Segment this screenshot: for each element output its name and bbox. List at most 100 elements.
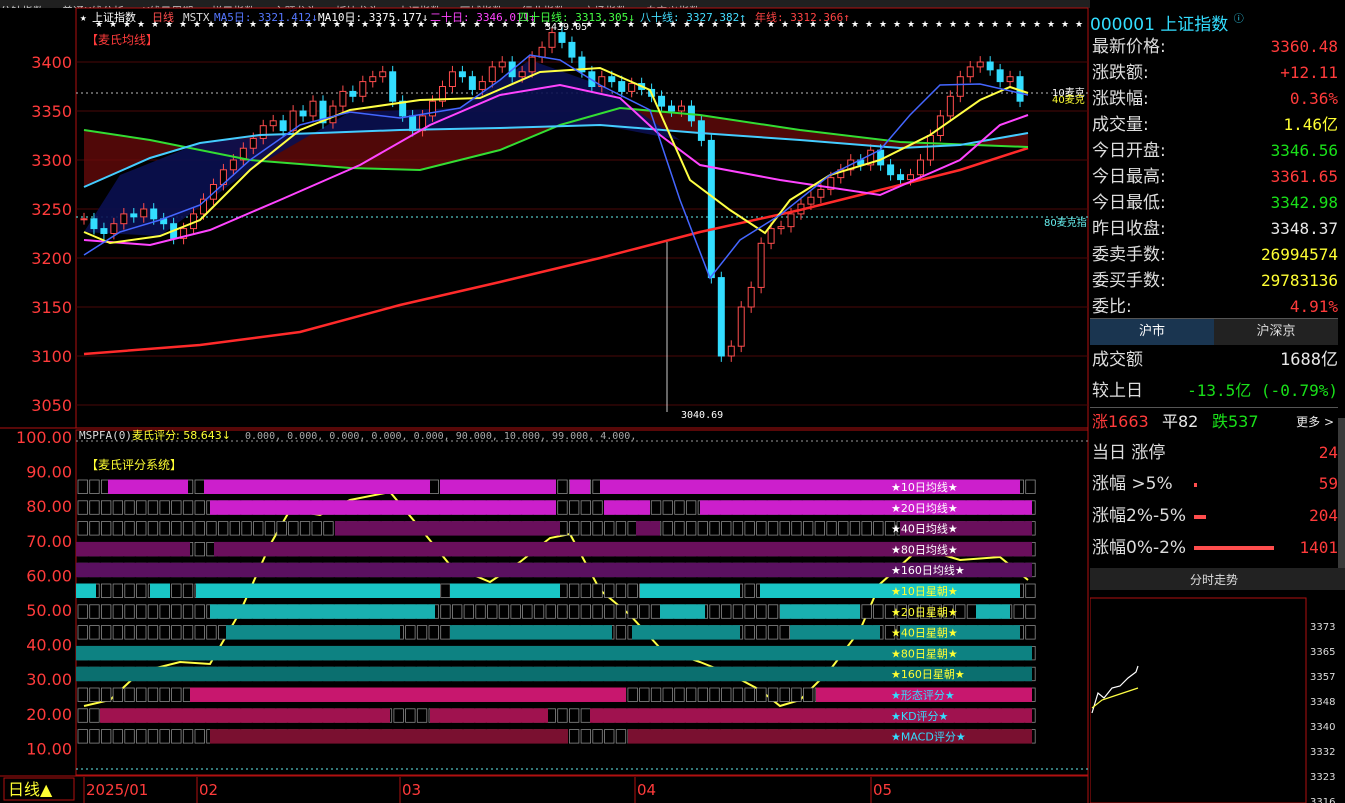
- score-cell: [136, 729, 147, 744]
- quote-label: 委买手数:: [1092, 271, 1166, 291]
- side-scrollbar[interactable]: [1338, 418, 1345, 573]
- score-cell: [89, 687, 100, 702]
- period-button-label: 日线▲: [8, 780, 53, 799]
- score-fill-segment: [660, 604, 705, 619]
- quote-value: 0.36%: [1289, 89, 1338, 108]
- score-cell: [873, 604, 884, 619]
- rise-count: 涨1663: [1092, 412, 1149, 431]
- candle-body: [807, 196, 815, 205]
- flat-count: 平82: [1162, 412, 1199, 431]
- score-fill-segment: [226, 625, 400, 640]
- quote-row: 委比: 4.91%: [1090, 294, 1338, 320]
- score-cell: [487, 604, 498, 619]
- score-cell: [803, 521, 814, 536]
- score-cell: [194, 729, 205, 744]
- quote-value: 3360.48: [1270, 37, 1338, 56]
- info-icon[interactable]: ⓘ: [1234, 14, 1244, 25]
- score-cell: [627, 583, 638, 598]
- quote-label: 涨跌额:: [1092, 63, 1149, 83]
- score-cell: [615, 604, 627, 619]
- score-cell: [124, 625, 135, 640]
- price-tick: 3150: [31, 298, 72, 317]
- score-cell: [744, 521, 755, 536]
- score-cell: [533, 604, 545, 619]
- score-cell: [767, 604, 779, 619]
- ma-legend-item: 年线: 3312.366↑: [755, 10, 850, 24]
- kline-chart-panel[interactable]: ★ ★ ★ ★ ★ ★ ★ ★ ★ ★ ★ ★ ★ ★ ★ ★ ★ ★ ★ ★ ★ ★ ★ ★ ★ ★ ★ ★ ★ ★ ★ ★ ★ ★ ★ ★ ★ ★ ★ ★…: [0, 0, 1090, 803]
- ma-legend-item: MSTX: [183, 11, 210, 24]
- quote-label: 最新价格:: [1092, 37, 1166, 57]
- more-link[interactable]: 更多 >: [1296, 409, 1334, 435]
- score-cell: [732, 521, 744, 536]
- ma-legend-item: ★: [80, 11, 87, 24]
- intraday-tick: 3365: [1310, 647, 1335, 658]
- quote-row: 涨跌幅: 0.36%: [1090, 86, 1338, 112]
- candle-body: [299, 110, 307, 117]
- score-cell: [171, 583, 182, 598]
- candle-body: [976, 61, 984, 68]
- quote-label: 今日开盘:: [1092, 141, 1166, 161]
- intraday-avg-line: [1091, 687, 1139, 709]
- candle-body: [887, 164, 895, 176]
- score-fill-segment: [76, 541, 190, 557]
- score-cell: [627, 604, 638, 619]
- price-tick: 3250: [31, 200, 72, 219]
- ma-legend-item: 日线: [152, 10, 174, 24]
- candle-body: [458, 71, 466, 78]
- candle-body: [249, 137, 257, 149]
- score-cell: [756, 521, 767, 536]
- score-row-label: ★20日星朝★: [891, 606, 958, 619]
- r2to5-label: 涨幅2%-5%: [1092, 506, 1187, 526]
- score-tick: 60.00: [26, 566, 72, 585]
- score-cell: [569, 521, 580, 536]
- candle-body: [677, 105, 685, 112]
- candle-body: [100, 228, 108, 235]
- index-code: 000001: [1090, 15, 1155, 35]
- score-fill-segment: [335, 521, 560, 536]
- score-cell: [580, 521, 591, 536]
- candle-body: [120, 213, 128, 225]
- candle-body: [478, 81, 486, 90]
- quote-value: 3361.65: [1270, 167, 1338, 186]
- quote-row: 今日最高: 3361.65: [1090, 164, 1338, 190]
- score-cell: [674, 500, 685, 515]
- tab-hushenjing[interactable]: 沪深京: [1214, 319, 1338, 345]
- score-cell: [159, 604, 170, 619]
- candle-body: [737, 306, 745, 347]
- score-cell: [159, 500, 170, 515]
- score-cell: [288, 521, 299, 536]
- candle-body: [279, 120, 287, 132]
- score-cell: [136, 521, 147, 536]
- score-cell: [405, 625, 416, 640]
- date-tick: 04: [637, 781, 656, 799]
- index-code-title[interactable]: 000001 上证指数 ⓘ: [1090, 10, 1244, 35]
- score-cell: [89, 500, 100, 515]
- score-cell: [124, 729, 135, 744]
- score-cell: [299, 521, 311, 536]
- intraday-chart[interactable]: 分时走势 3373 3365 3357 3348 3340 3332 3323 3316: [1090, 568, 1345, 803]
- candle-body: [339, 90, 347, 107]
- tab-hushi[interactable]: 沪市: [1090, 319, 1214, 345]
- score-fill-segment: [440, 479, 556, 494]
- score-cell: [849, 521, 861, 536]
- score-cell: [171, 604, 182, 619]
- candle-body: [946, 95, 954, 117]
- quote-value: 3346.56: [1270, 141, 1338, 160]
- score-cell: [569, 500, 580, 515]
- score-cell: [756, 604, 767, 619]
- score-row-label: ★10日星朝★: [891, 585, 958, 598]
- score-cell: [171, 521, 182, 536]
- score-fill-segment: [210, 604, 435, 619]
- score-cell: [662, 687, 673, 702]
- score-cell: [744, 687, 755, 702]
- candle-body: [349, 90, 357, 97]
- score-cell: [311, 521, 322, 536]
- score-tick: 20.00: [26, 705, 72, 724]
- score-tick: 30.00: [26, 670, 72, 689]
- quote-row: 委买手数: 29783136: [1090, 268, 1338, 294]
- quote-label: 成交量:: [1092, 115, 1149, 135]
- star-marker: ★: [991, 20, 999, 30]
- score-cell: [791, 687, 802, 702]
- candle-body: [996, 69, 1004, 83]
- compare-value: -13.5亿 (-0.79%): [1187, 381, 1338, 400]
